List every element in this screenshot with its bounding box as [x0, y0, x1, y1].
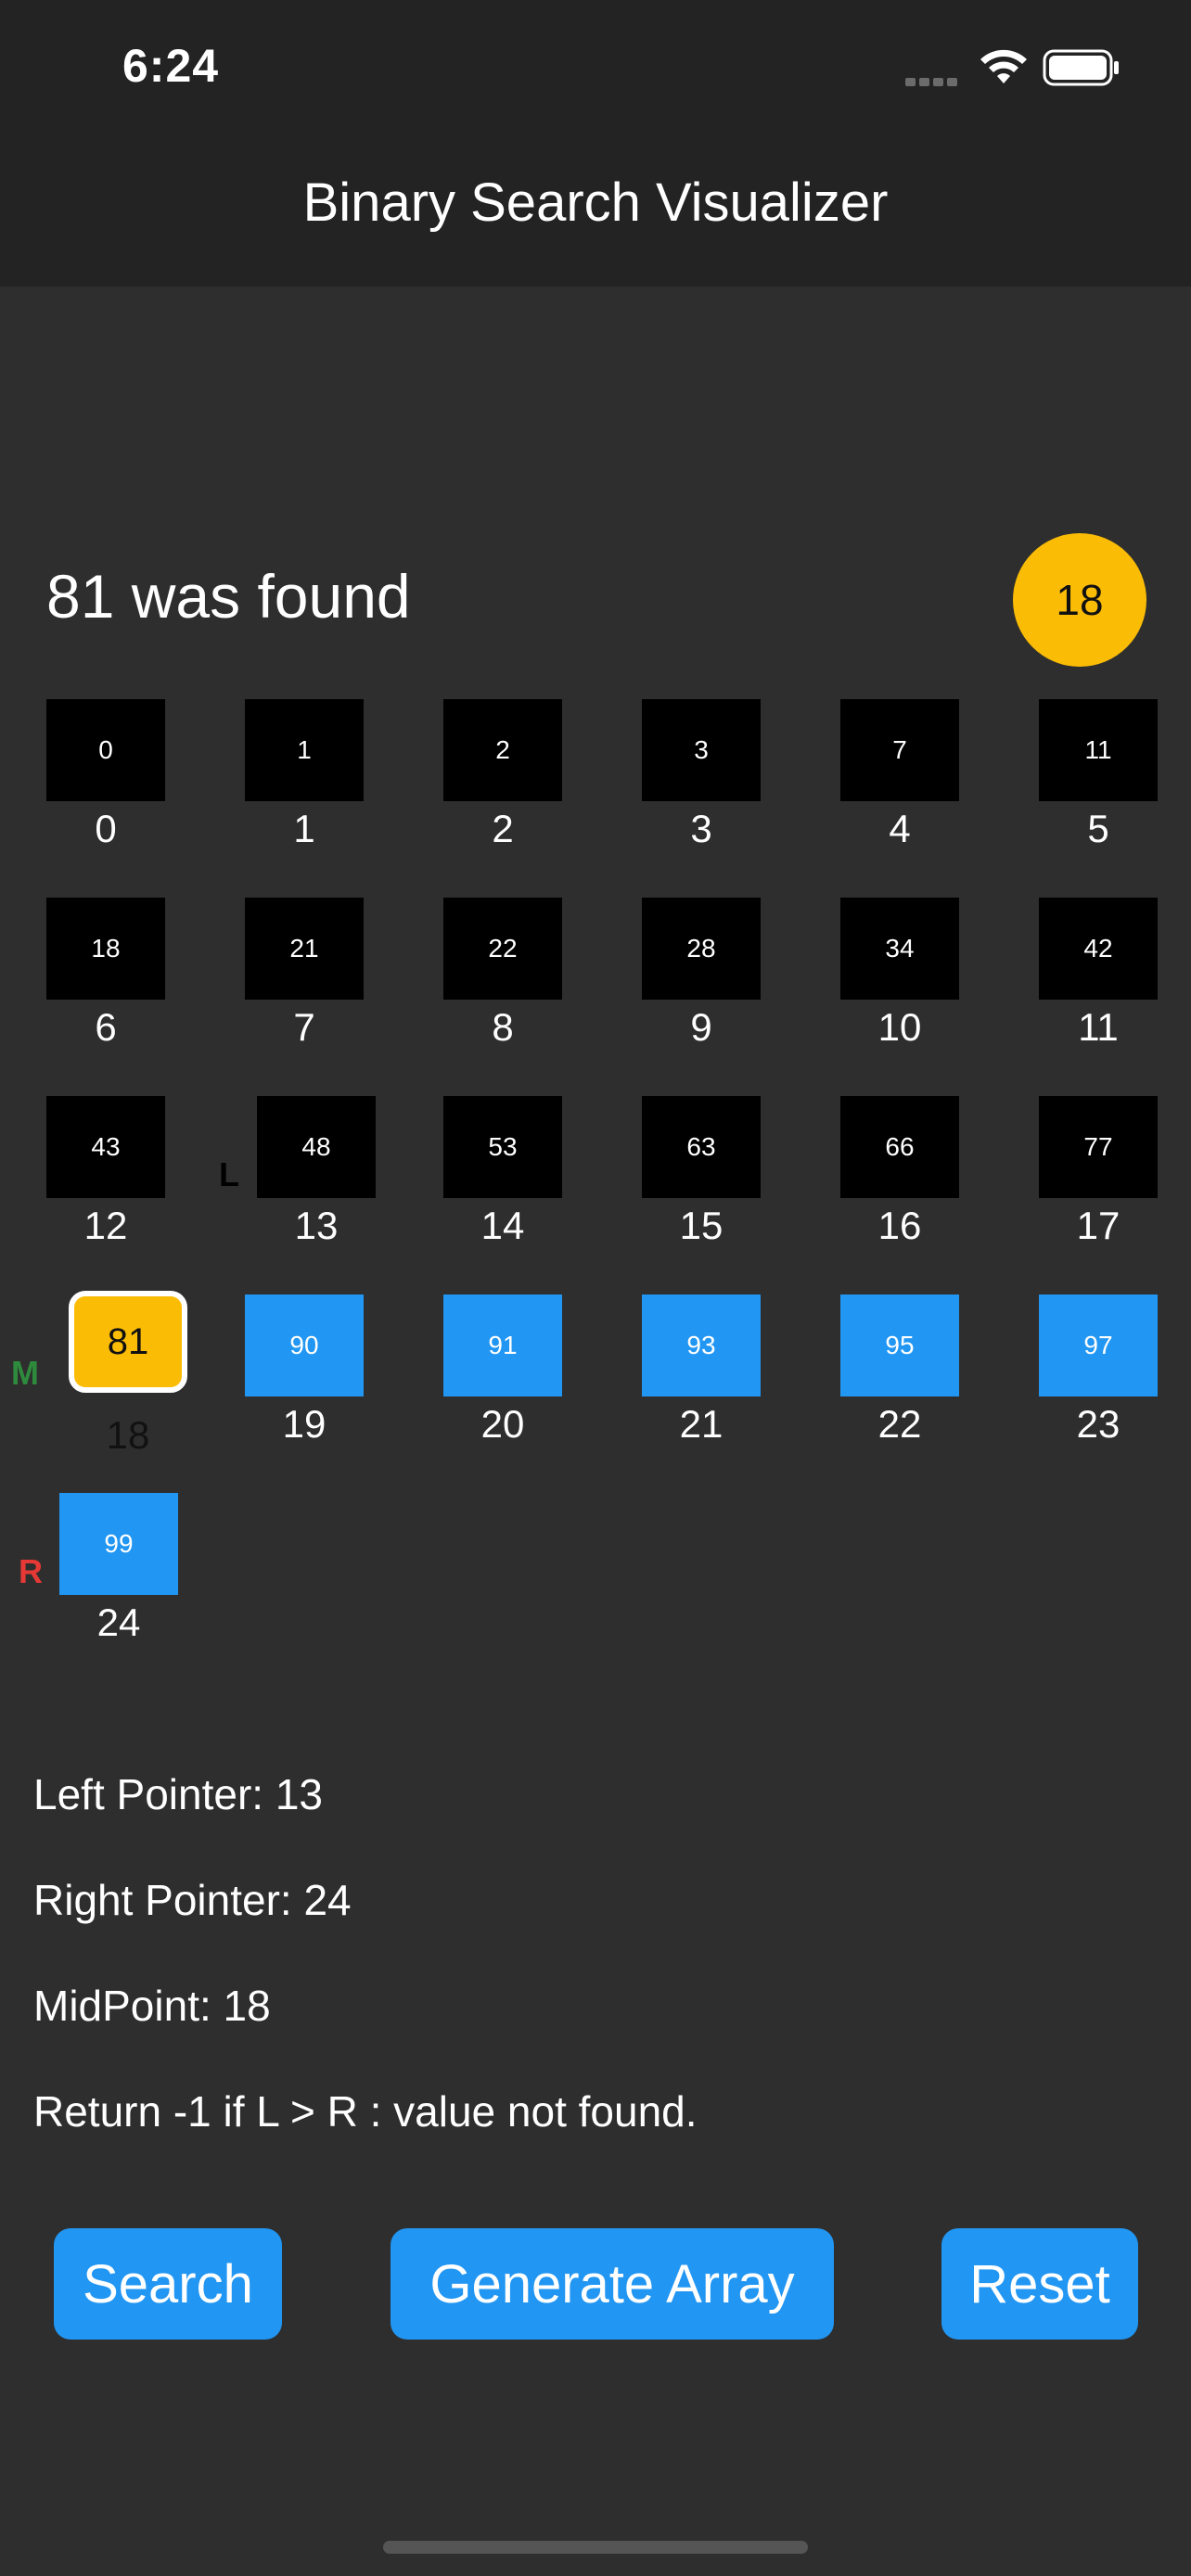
- array-cell: 53: [443, 1096, 562, 1198]
- array-index-label: 15: [679, 1204, 724, 1247]
- array-index-label: 6: [95, 1005, 117, 1049]
- array-index-label: 5: [1087, 807, 1109, 850]
- array-index-label: 7: [293, 1005, 315, 1049]
- array-cell: 7: [840, 699, 959, 801]
- array-index-label: 1: [293, 807, 315, 850]
- array-cell: 66: [840, 1096, 959, 1198]
- array-index-label: 19: [282, 1402, 327, 1446]
- generate-array-button[interactable]: Generate Array: [391, 2228, 834, 2340]
- array-cell: 1: [245, 699, 364, 801]
- left-pointer-label: L: [219, 1155, 239, 1193]
- array-cell: 81: [69, 1291, 187, 1393]
- array-cell: 48: [257, 1096, 376, 1198]
- array-index-label: 21: [679, 1402, 724, 1446]
- array-cell: 11: [1039, 699, 1158, 801]
- reset-button[interactable]: Reset: [941, 2228, 1138, 2340]
- status-bar: 6:24: [0, 0, 1191, 134]
- array-index-label: 9: [690, 1005, 712, 1049]
- status-time: 6:24: [122, 40, 220, 92]
- not-found-note: Return -1 if L > R : value not found.: [33, 2087, 698, 2136]
- right-pointer-info: Right Pointer: 24: [33, 1876, 352, 1924]
- array-cell: 42: [1039, 898, 1158, 1000]
- right-pointer-label: R: [19, 1552, 43, 1590]
- array-cell: 0: [46, 699, 165, 801]
- array-index-label: 10: [877, 1005, 922, 1049]
- array-index-label: 23: [1076, 1402, 1121, 1446]
- home-indicator: [383, 2541, 808, 2554]
- midpoint-info: MidPoint: 18: [33, 1982, 271, 2030]
- array-index-label: 13: [294, 1204, 339, 1247]
- array-index-label: 17: [1076, 1204, 1121, 1247]
- array-cell: 34: [840, 898, 959, 1000]
- array-index-label: 18: [106, 1413, 150, 1457]
- array-index-label: 12: [83, 1204, 128, 1247]
- array-index-label: 14: [480, 1204, 525, 1247]
- array-cell: 22: [443, 898, 562, 1000]
- array-index-label: 16: [877, 1204, 922, 1247]
- array-cell: 95: [840, 1294, 959, 1396]
- result-message: 81 was found: [46, 562, 411, 631]
- cellular-signal-icon: [905, 74, 961, 86]
- array-index-label: 0: [95, 807, 117, 850]
- array-index-label: 22: [877, 1402, 922, 1446]
- array-index-label: 11: [1078, 1005, 1119, 1049]
- left-pointer-info: Left Pointer: 13: [33, 1770, 323, 1818]
- array-index-label: 4: [889, 807, 911, 850]
- battery-icon: [1043, 49, 1119, 86]
- array-cell: 90: [245, 1294, 364, 1396]
- array-index-label: 2: [492, 807, 514, 850]
- array-cell: 43: [46, 1096, 165, 1198]
- array-cell: 2: [443, 699, 562, 801]
- array-cell: 3: [642, 699, 761, 801]
- mid-pointer-label: M: [11, 1354, 39, 1392]
- navigation-bar: Binary Search Visualizer: [0, 134, 1191, 287]
- array-index-label: 20: [480, 1402, 525, 1446]
- array-cell: 99: [59, 1493, 178, 1595]
- array-cell: 18: [46, 898, 165, 1000]
- array-cell: 91: [443, 1294, 562, 1396]
- found-index-badge: 18: [1013, 533, 1146, 667]
- wifi-icon: [980, 49, 1027, 83]
- array-cell: 93: [642, 1294, 761, 1396]
- array-index-label: 3: [690, 807, 712, 850]
- array-cell: 63: [642, 1096, 761, 1198]
- array-cell: 97: [1039, 1294, 1158, 1396]
- array-cell: 77: [1039, 1096, 1158, 1198]
- array-cell: 28: [642, 898, 761, 1000]
- array-cell: 21: [245, 898, 364, 1000]
- search-button[interactable]: Search: [54, 2228, 282, 2340]
- array-index-label: 8: [492, 1005, 514, 1049]
- page-title: Binary Search Visualizer: [302, 172, 889, 233]
- array-index-label: 24: [96, 1600, 141, 1644]
